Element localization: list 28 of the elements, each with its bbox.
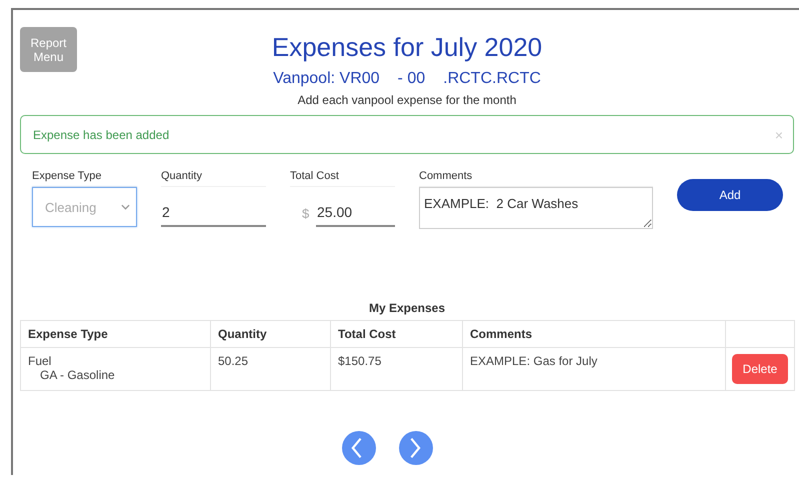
table-cell-text: GA - Gasoline xyxy=(39,368,116,382)
currency-prefix: $ xyxy=(302,204,310,220)
comments-field[interactable]: EXAMPLE: 2 Car Washes xyxy=(419,187,653,229)
input-field[interactable]: 25.00 xyxy=(316,187,395,227)
page-title: Expenses for July 2020 xyxy=(272,31,542,63)
table-cell: EXAMPLE: Gas for July xyxy=(462,348,726,390)
next-button[interactable] xyxy=(398,431,432,465)
column-header: Total Cost xyxy=(330,320,462,348)
column-header: Comments xyxy=(462,320,726,348)
table-cell-text: Fuel xyxy=(28,354,52,368)
table-cell: 50.25 xyxy=(210,348,330,390)
column-header: Quantity xyxy=(210,320,330,348)
table-cell: $150.75 xyxy=(330,348,462,390)
field-label: Total Cost xyxy=(290,170,395,187)
previous-button[interactable] xyxy=(342,431,376,465)
field-label: Quantity xyxy=(161,170,266,187)
delete-button[interactable]: Delete xyxy=(732,354,788,384)
caret-icon xyxy=(121,204,130,210)
table-title: My Expenses xyxy=(368,301,446,315)
vanpool-id: Vanpool: VR00 xyxy=(273,69,380,89)
alert-message: Expense has been added xyxy=(33,128,170,142)
column-header: Expense Type xyxy=(20,320,210,348)
vanpool-id: .RCTC.RCTC xyxy=(443,69,541,89)
page-description: Add each vanpool expense for the month xyxy=(298,93,516,107)
field-label: Expense Type xyxy=(32,170,137,187)
vanpool-id: - 00 xyxy=(398,69,426,89)
input-field[interactable]: 2 xyxy=(161,187,266,227)
add-button[interactable]: Add xyxy=(677,179,783,211)
